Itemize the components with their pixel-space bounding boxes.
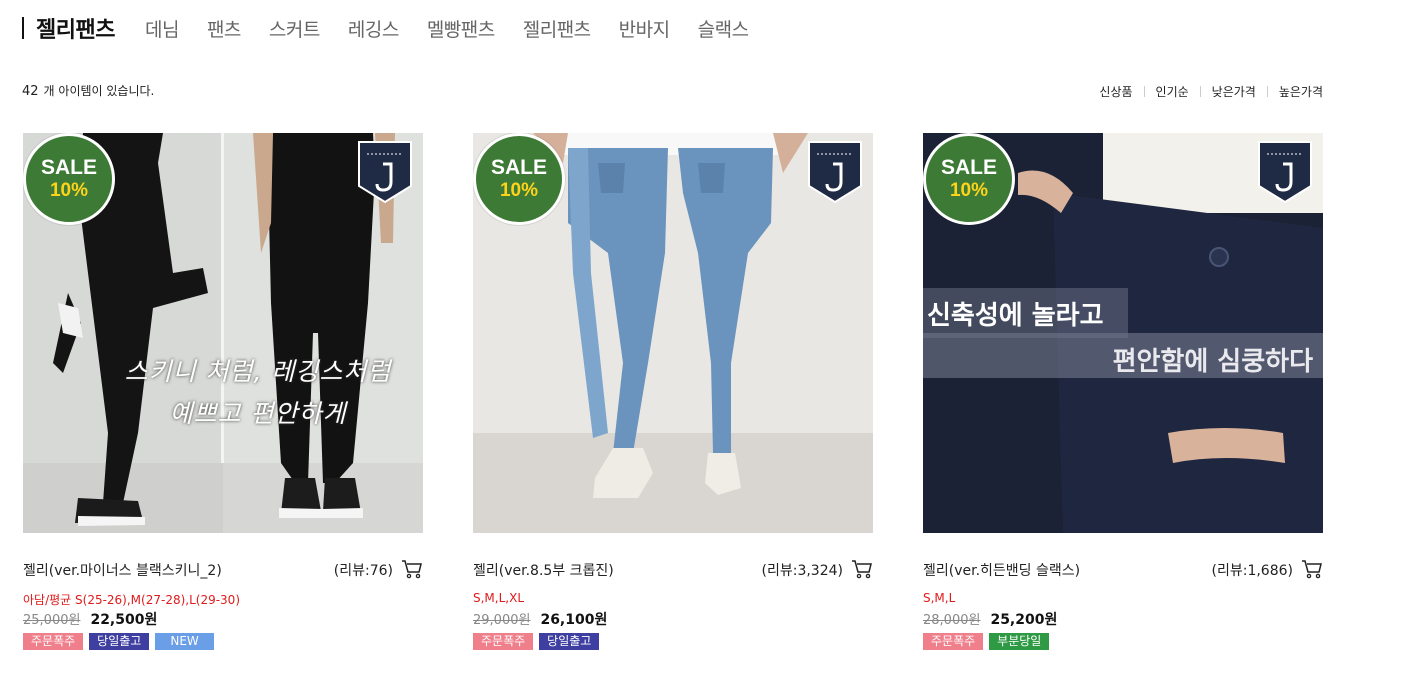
product-image[interactable]: SALE 10% <box>473 133 873 533</box>
sort-popular[interactable]: 인기순 <box>1156 83 1189 100</box>
sale-price: 22,500원 <box>90 612 158 628</box>
sale-percent: 10% <box>499 180 539 201</box>
price-row: 28,000원 25,200원 <box>923 609 1057 629</box>
product-card: 스키니 처럼, 레깅스처럼 예쁘고 편안하게 SALE 10% 젤리(ver.마… <box>23 133 423 653</box>
nav-item-overalls[interactable]: 멜빵팬츠 <box>427 15 495 42</box>
product-info: 젤리(ver.히든밴딩 슬랙스) (리뷰:1,686) S,M,L 28,000… <box>923 533 1323 653</box>
overlay-line-1: 신축성에 놀라고 <box>927 301 1104 331</box>
review-count: (리뷰:3,324) <box>761 563 843 579</box>
product-name[interactable]: 젤리(ver.히든밴딩 슬랙스) <box>923 560 1080 580</box>
sale-badge-icon: SALE 10% <box>923 133 1015 225</box>
nav-item-denim[interactable]: 데님 <box>145 15 179 42</box>
cart-icon[interactable] <box>1301 558 1323 580</box>
product-badges: 주문폭주 당일출고 NEW <box>23 633 220 650</box>
price-row: 29,000원 26,100원 <box>473 609 607 629</box>
original-price: 28,000원 <box>923 613 981 628</box>
product-badges: 주문폭주 부분당일 <box>923 633 1055 650</box>
sale-percent: 10% <box>49 180 89 201</box>
page-title: 젤리팬츠 <box>36 18 115 43</box>
cart-icon[interactable] <box>851 558 873 580</box>
sort-options: 신상품 인기순 낮은가격 높은가격 <box>1099 83 1323 100</box>
badge-hot-order: 주문폭주 <box>473 633 534 650</box>
badge-partial-same-day: 부분당일 <box>989 633 1050 650</box>
overlay-line-2: 편안함에 심쿵하다 <box>1112 347 1313 377</box>
price-row: 25,000원 22,500원 <box>23 609 157 629</box>
sale-price: 26,100원 <box>540 612 608 628</box>
sale-label: SALE <box>40 156 97 179</box>
item-count: 42 개 아이템이 있습니다. <box>22 82 154 99</box>
product-card: 신축성에 놀라고 편안함에 심쿵하다 SALE 10% 젤리(ver.히든밴딩 … <box>923 133 1323 653</box>
sort-divider <box>1143 86 1145 97</box>
size-options: S,M,L <box>923 591 956 605</box>
sale-label: SALE <box>940 156 997 179</box>
category-nav: 젤리팬츠 데님 팬츠 스커트 레깅스 멜빵팬츠 젤리팬츠 반바지 슬랙스 <box>22 10 777 46</box>
sort-newest[interactable]: 신상품 <box>1099 83 1132 100</box>
nav-item-jelly-pants[interactable]: 젤리팬츠 <box>523 15 591 42</box>
badge-same-day: 당일출고 <box>89 633 150 650</box>
nav-item-skirt[interactable]: 스커트 <box>269 15 320 42</box>
item-count-number: 42 <box>22 84 39 99</box>
sale-badge-icon: SALE 10% <box>473 133 565 225</box>
review-count: (리뷰:1,686) <box>1211 563 1293 579</box>
sort-divider <box>1266 86 1268 97</box>
title-accent-bar <box>22 17 24 39</box>
badge-hot-order: 주문폭주 <box>923 633 984 650</box>
sort-price-high[interactable]: 높은가격 <box>1279 83 1323 100</box>
product-info: 젤리(ver.8.5부 크롭진) (리뷰:3,324) S,M,L,XL 29,… <box>473 533 873 653</box>
badge-new: NEW <box>155 633 214 650</box>
product-badges: 주문폭주 당일출고 <box>473 633 605 650</box>
overlay-line-2: 예쁘고 편안하게 <box>169 399 347 428</box>
jelly-pants-logo-icon <box>808 141 862 204</box>
nav-item-pants[interactable]: 팬츠 <box>207 15 241 42</box>
product-card: SALE 10% 젤리(ver.8.5부 크롭진) (리뷰:3,324) S,M… <box>473 133 873 653</box>
sort-divider <box>1199 86 1201 97</box>
review-count: (리뷰:76) <box>333 563 393 579</box>
sale-percent: 10% <box>949 180 989 201</box>
product-name[interactable]: 젤리(ver.8.5부 크롭진) <box>473 560 614 580</box>
sale-badge-icon: SALE 10% <box>23 133 115 225</box>
nav-item-leggings[interactable]: 레깅스 <box>348 15 399 42</box>
badge-hot-order: 주문폭주 <box>23 633 84 650</box>
jelly-pants-logo-icon <box>1258 141 1312 204</box>
product-info: 젤리(ver.마이너스 블랙스키니_2) (리뷰:76) 아담/평균 S(25-… <box>23 533 423 653</box>
original-price: 25,000원 <box>23 613 81 628</box>
sale-price: 25,200원 <box>990 612 1058 628</box>
sale-label: SALE <box>490 156 547 179</box>
product-image[interactable]: 스키니 처럼, 레깅스처럼 예쁘고 편안하게 SALE 10% <box>23 133 423 533</box>
cart-icon[interactable] <box>401 558 423 580</box>
size-options: S,M,L,XL <box>473 591 525 605</box>
size-options: 아담/평균 S(25-26),M(27-28),L(29-30) <box>23 593 241 607</box>
nav-item-shorts[interactable]: 반바지 <box>619 15 670 42</box>
item-count-suffix: 개 아이템이 있습니다. <box>43 84 155 98</box>
sort-price-low[interactable]: 낮은가격 <box>1212 83 1256 100</box>
product-image[interactable]: 신축성에 놀라고 편안함에 심쿵하다 SALE 10% <box>923 133 1323 533</box>
original-price: 29,000원 <box>473 613 531 628</box>
overlay-line-1: 스키니 처럼, 레깅스처럼 <box>124 357 392 386</box>
nav-item-slacks[interactable]: 슬랙스 <box>698 15 749 42</box>
product-name[interactable]: 젤리(ver.마이너스 블랙스키니_2) <box>23 560 222 580</box>
jelly-pants-logo-icon <box>358 141 412 204</box>
badge-same-day: 당일출고 <box>539 633 600 650</box>
